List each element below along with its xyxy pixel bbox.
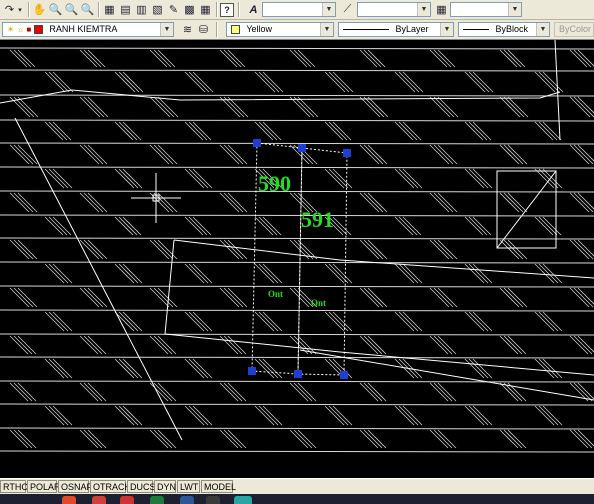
toolbar-separator: [98, 2, 100, 17]
chevron-down-icon: ▼: [440, 23, 453, 36]
toolbar-separator: [216, 22, 218, 37]
make-current-icon[interactable]: ⛁: [196, 22, 211, 37]
grip-handle[interactable]: [253, 139, 261, 147]
status-lwt-button[interactable]: LWT: [177, 480, 200, 493]
layers-properties-toolbar: ☀ ☼ ■ RANH KIEMTRA ▼ ≋ ⛁ Yellow ▼ ByLaye…: [0, 20, 594, 40]
color-combo[interactable]: Yellow ▼: [226, 22, 334, 37]
grip-handle[interactable]: [343, 149, 351, 157]
sheet-set-icon[interactable]: ▧: [150, 2, 165, 17]
drawing-canvas[interactable]: 590 591 Ont Ont: [0, 40, 594, 478]
linetype-value: ByLayer: [395, 24, 429, 34]
toolbar-separator: [216, 2, 218, 17]
grip-handle[interactable]: [248, 367, 256, 375]
app-icon[interactable]: [92, 496, 106, 504]
status-bar: RTHO POLAR OSNAP OTRACK DUCS DYN LWT MOD…: [0, 478, 594, 494]
lineweight-value: ByBlock: [495, 24, 529, 34]
linetype-combo[interactable]: ByLayer ▼: [338, 22, 454, 37]
help-icon[interactable]: ?: [220, 3, 234, 17]
plotstyle-value: ByColor: [559, 24, 592, 34]
word-icon[interactable]: [180, 496, 194, 504]
toolbar-separator: [28, 2, 30, 17]
chevron-down-icon: ▼: [536, 23, 549, 36]
layer-combo[interactable]: ☀ ☼ ■ RANH KIEMTRA ▼: [2, 22, 174, 37]
layer-value: RANH KIEMTRA: [49, 24, 118, 34]
tool-palettes-icon[interactable]: ▥: [134, 2, 149, 17]
folder-icon[interactable]: [234, 496, 252, 504]
table-style-combo[interactable]: ▼: [450, 2, 522, 17]
layer-previous-icon[interactable]: ≋: [180, 22, 195, 37]
text-style-combo[interactable]: ▼: [262, 2, 336, 17]
status-otrack-button[interactable]: OTRACK: [90, 480, 131, 493]
chevron-down-icon: ▼: [322, 3, 335, 16]
pan-icon[interactable]: ✋: [32, 2, 47, 17]
properties-icon[interactable]: ▦: [102, 2, 117, 17]
chevron-down-icon: ▼: [320, 23, 333, 36]
autocad-icon[interactable]: [206, 496, 220, 504]
lineweight-sample: [463, 29, 489, 31]
redo-icon[interactable]: ↷: [2, 2, 17, 17]
chevron-down-icon: ▼: [417, 3, 430, 16]
lineweight-combo[interactable]: ByBlock ▼: [458, 22, 550, 37]
sun-icon: ☼: [16, 25, 25, 34]
grip-handle[interactable]: [294, 370, 302, 378]
parcel-label-591: 591: [301, 207, 334, 232]
chrome-icon[interactable]: [62, 496, 76, 504]
text-style-icon[interactable]: A: [246, 2, 261, 17]
foxit-icon[interactable]: [120, 496, 134, 504]
lock-icon: ■: [26, 25, 32, 34]
status-model-button[interactable]: MODEL: [201, 480, 236, 493]
color-value: Yellow: [246, 24, 273, 34]
status-polar-button[interactable]: POLAR: [27, 480, 61, 493]
status-ortho-button[interactable]: RTHO: [0, 480, 28, 493]
dim-style-combo[interactable]: ▼: [357, 2, 431, 17]
grip-handle[interactable]: [340, 371, 348, 379]
dimension-style-icon[interactable]: ⟋: [340, 2, 355, 17]
status-osnap-button[interactable]: OSNAP: [58, 480, 93, 493]
calculator-icon[interactable]: ▦: [198, 2, 213, 17]
linetype-sample: [343, 29, 389, 31]
table-style-icon[interactable]: ▦: [434, 2, 449, 17]
chevron-down-icon: ▼: [508, 3, 521, 16]
chevron-down-icon: ▼: [160, 23, 173, 36]
dropdown-arrow-icon[interactable]: ▾: [16, 2, 24, 17]
design-center-icon[interactable]: ▤: [118, 2, 133, 17]
zoom-window-icon[interactable]: 🔍: [64, 2, 79, 17]
status-dyn-button[interactable]: DYN: [154, 480, 176, 493]
plotstyle-combo: ByColor: [554, 22, 594, 37]
zoom-previous-icon[interactable]: 🔍: [80, 2, 95, 17]
color-swatch: [231, 25, 240, 35]
layer-color-swatch: [33, 25, 43, 35]
standard-toolbar: ↷ ▾ ✋ 🔍 🔍 🔍 ▦ ▤ ▥ ▧ ✎ ▩ ▦ ? A ▼ ⟋ ▼ ▦ ▼: [0, 0, 594, 20]
excel-icon[interactable]: [150, 496, 164, 504]
lightbulb-icon: ☀: [7, 25, 15, 34]
toolbar-separator: [238, 2, 240, 17]
calculator-icon[interactable]: ▩: [182, 2, 197, 17]
land-use-label-ont-2: Ont: [311, 298, 326, 308]
land-use-label-ont-1: Ont: [268, 289, 283, 299]
status-ducs-button[interactable]: DUCS: [127, 480, 156, 493]
markup-icon[interactable]: ✎: [166, 2, 181, 17]
parcel-label-590: 590: [258, 171, 291, 196]
zoom-realtime-icon[interactable]: 🔍: [48, 2, 63, 17]
windows-taskbar: [0, 494, 594, 504]
grip-handle[interactable]: [298, 144, 306, 152]
